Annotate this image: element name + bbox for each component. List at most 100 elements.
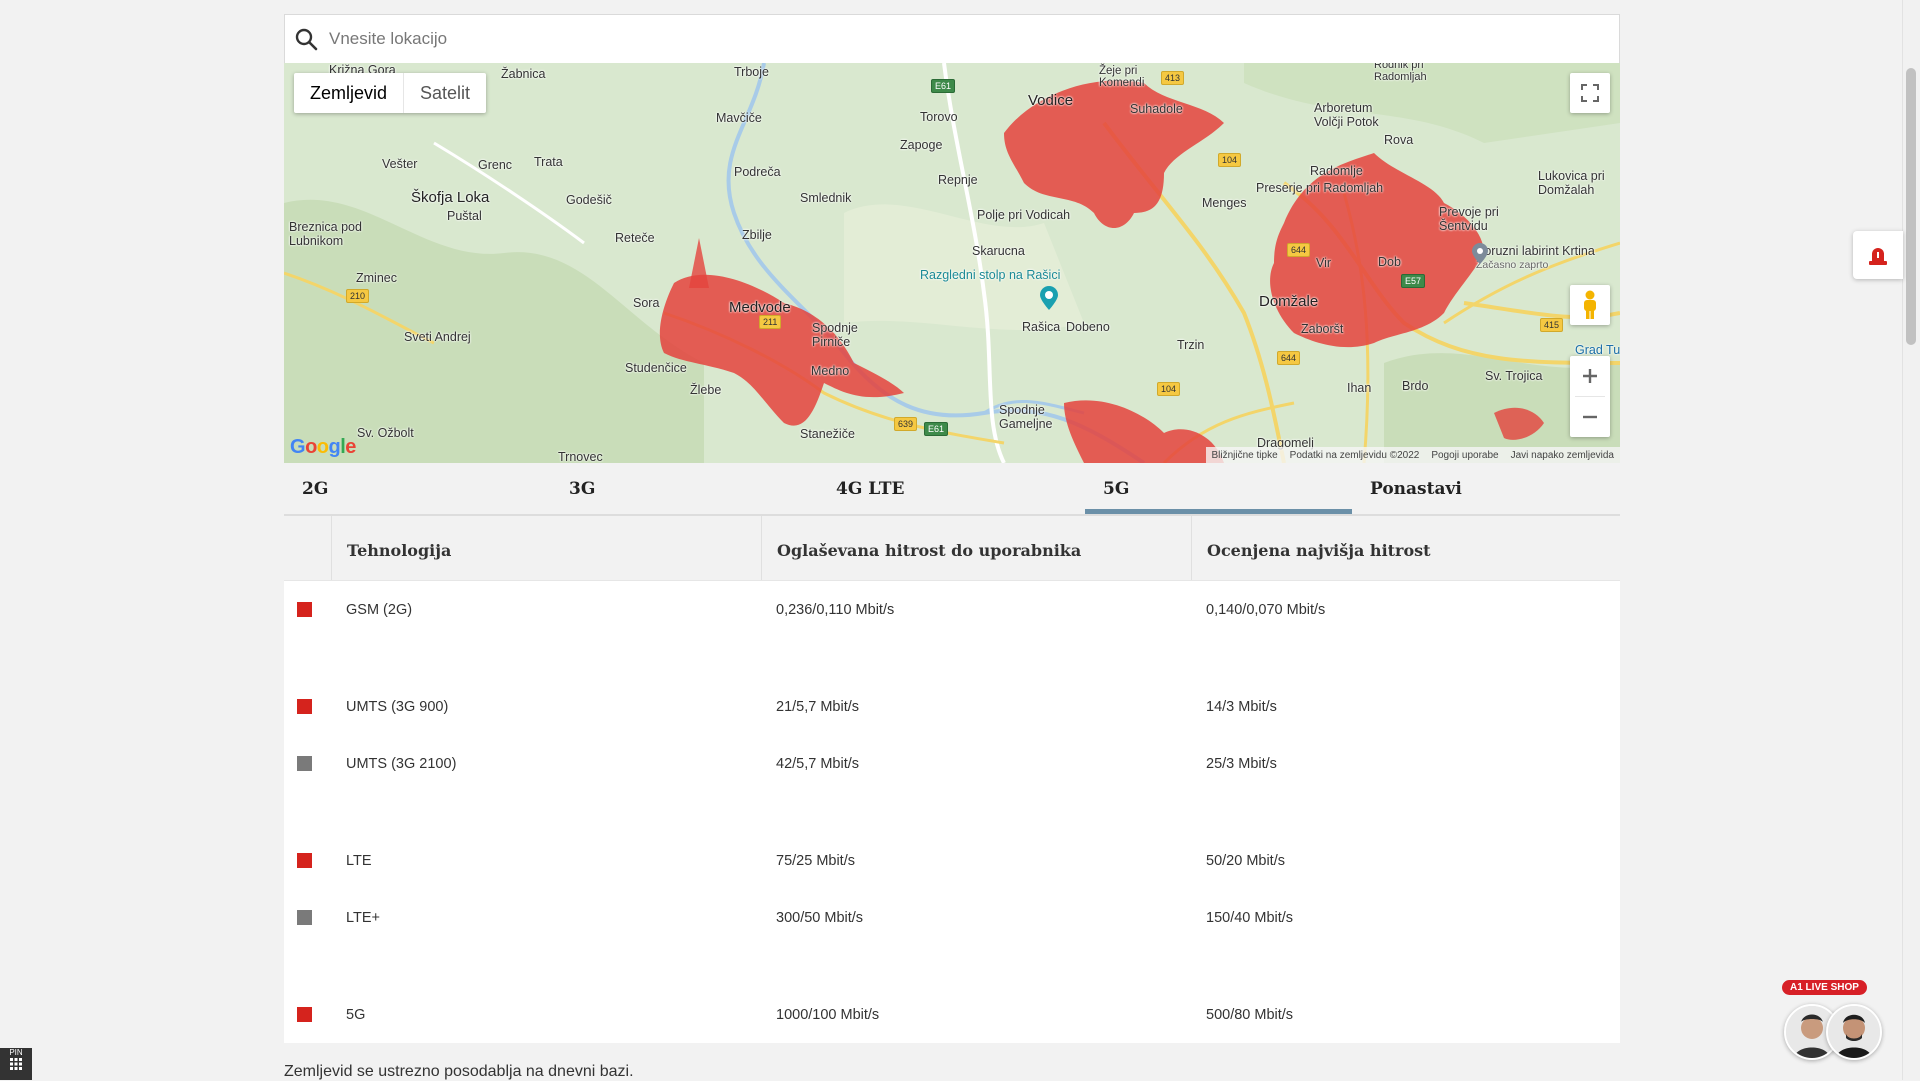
map-label-rova: Rova: [1384, 133, 1414, 147]
technology-cell: UMTS (3G 2100): [346, 755, 457, 772]
map-label-torovo: Torovo: [920, 110, 958, 124]
pin-badge[interactable]: PIN: [0, 1048, 32, 1080]
tab-2g[interactable]: 2G: [284, 463, 551, 514]
map-label-menges: Menges: [1202, 196, 1247, 210]
terms-link[interactable]: Pogoji uporabe: [1431, 450, 1498, 461]
color-cell: [284, 910, 331, 925]
road-badge: E61: [931, 79, 956, 93]
header-technology: Tehnologija: [331, 516, 761, 580]
advertised-speed-cell: 0,236/0,110 Mbit/s: [776, 601, 895, 618]
search-input[interactable]: [327, 18, 1619, 60]
map-label-breznica: Breznica pod Lubnikom: [289, 220, 362, 248]
technology-color-swatch: [297, 1007, 312, 1022]
table-header: Tehnologija Oglaševana hitrost do uporab…: [284, 516, 1620, 581]
map-label-studencice: Studenčice: [625, 361, 687, 375]
page-scrollbar[interactable]: [1902, 0, 1920, 1080]
scrollbar-thumb[interactable]: [1906, 68, 1916, 345]
plus-icon: [1583, 369, 1597, 383]
siren-icon: [1869, 248, 1887, 265]
map-label-skarucna: Skarucna: [972, 244, 1025, 258]
technology-color-swatch: [297, 756, 312, 771]
minus-icon: [1583, 415, 1597, 419]
table-row: GSM (2G) 0,236/0,110 Mbit/s 0,140/0,070 Mb…: [284, 581, 1620, 638]
google-logo[interactable]: Google: [290, 436, 356, 459]
map-label-ihan: Ihan: [1347, 381, 1372, 395]
tab-5g[interactable]: 5G: [1085, 463, 1352, 514]
network-tabs: 2G 3G 4G LTE 5G Ponastavi: [284, 463, 1620, 516]
advertised-speed-cell: 1000/100 Mbit/s: [776, 1006, 880, 1023]
road-badge: E57: [1401, 274, 1426, 288]
map-label-medvode: Medvode: [729, 299, 791, 316]
tab-3g[interactable]: 3G: [551, 463, 818, 514]
advertised-speed-cell: 75/25 Mbit/s: [776, 852, 855, 869]
map-type-control: Zemljevid Satelit: [294, 73, 487, 113]
map-label-sv-ozbolt: Sv. Ožbolt: [357, 426, 414, 440]
map-label-trata: Trata: [534, 155, 563, 169]
road-badge: 210: [346, 289, 370, 303]
map-label-zeje: Žeje pri Komendi: [1099, 65, 1145, 89]
zoom-out-button[interactable]: [1570, 397, 1610, 437]
map-label-sora: Sora: [633, 296, 660, 310]
estimated-speed-cell: 50/20 Mbit/s: [1206, 852, 1285, 869]
map-label-rodnik: Rodnik pri Radomljah: [1374, 63, 1427, 83]
viewpoint-poi-icon[interactable]: [1038, 285, 1060, 311]
map-label-zlebe: Žlebe: [690, 383, 722, 397]
technology-color-swatch: [297, 910, 312, 925]
table-row: LTE+ 300/50 Mbit/s 150/40 Mbit/s: [284, 889, 1620, 946]
map-label-vodice: Vodice: [1028, 92, 1074, 109]
road-badge: 413: [1161, 71, 1185, 85]
map-label-suhadole: Suhadole: [1130, 102, 1183, 116]
map-label-spodnje-gameljne: Spodnje Gameljne: [999, 403, 1053, 431]
alert-button[interactable]: [1853, 231, 1903, 279]
map-label-trboje: Trboje: [734, 65, 769, 79]
map-type-satellite-button[interactable]: Satelit: [403, 73, 486, 113]
map-label-spodnje-pirnice: Spodnje Pirniče: [812, 321, 858, 349]
road-badge: 104: [1157, 382, 1181, 396]
search-icon[interactable]: [293, 26, 319, 52]
map-label-skofja-loka: Škofja Loka: [411, 189, 490, 206]
map-label-mavcice: Mavčiče: [716, 111, 762, 125]
map-label-grenc: Grenc: [478, 158, 513, 172]
technology-cell: UMTS (3G 900): [346, 698, 449, 715]
map-label-koruzni-labirint[interactable]: Koruzni labirint Krtina: [1476, 244, 1595, 258]
map-label-razgledni-stolp[interactable]: Razgledni stolp na Rašici: [920, 268, 1060, 282]
table-row: UMTS (3G 900) 21/5,7 Mbit/s 14/3 Mbit/s: [284, 678, 1620, 735]
fullscreen-button[interactable]: [1570, 73, 1610, 113]
map-label-vester: Vešter: [382, 157, 418, 171]
coverage-map[interactable]: Vodice Medvode Domžale Škofja Loka Smled…: [284, 63, 1620, 463]
street-view-button[interactable]: [1570, 285, 1610, 325]
fullscreen-icon: [1581, 84, 1599, 102]
reset-button[interactable]: Ponastavi: [1352, 463, 1619, 514]
report-error-link[interactable]: Javi napako zemljevida: [1511, 450, 1614, 461]
map-label-arboretum: Arboretum Volčji Potok: [1314, 101, 1379, 129]
advertised-speed-cell: 300/50 Mbit/s: [776, 909, 864, 926]
table-row: 5G 1000/100 Mbit/s 500/80 Mbit/s: [284, 986, 1620, 1043]
zoom-control: [1570, 356, 1610, 437]
tab-4g-lte[interactable]: 4G LTE: [818, 463, 1085, 514]
technology-cell: GSM (2G): [346, 601, 413, 618]
map-label-sveti-andrej: Sveti Andrej: [404, 330, 471, 344]
location-search: [284, 14, 1620, 63]
map-label-trnovec: Trnovec: [558, 450, 603, 463]
map-label-repnje: Repnje: [938, 173, 978, 187]
color-cell: [284, 1007, 331, 1022]
map-label-medno: Medno: [811, 364, 850, 378]
live-shop-widget[interactable]: A1 LIVE SHOP: [1776, 980, 1896, 1060]
map-data-label: Podatki na zemljevidu ©2022: [1289, 449, 1420, 461]
estimated-speed-cell: 25/3 Mbit/s: [1206, 755, 1277, 772]
road-badge: 211: [759, 315, 782, 329]
estimated-speed-cell: 14/3 Mbit/s: [1206, 698, 1277, 715]
row-group-spacer: [284, 792, 1620, 832]
technology-color-swatch: [297, 853, 312, 868]
map-type-map-button[interactable]: Zemljevid: [294, 73, 403, 113]
map-attribution: Bližnjične tipke Podatki na zemljevidu ©…: [1205, 447, 1620, 463]
road-badge: 639: [894, 417, 918, 431]
zoom-in-button[interactable]: [1570, 356, 1610, 396]
estimated-speed-cell: 500/80 Mbit/s: [1206, 1006, 1294, 1023]
table-row: LTE 75/25 Mbit/s 50/20 Mbit/s: [284, 832, 1620, 889]
row-group-spacer: [284, 946, 1620, 986]
map-pin-icon[interactable]: [1471, 243, 1489, 265]
keyboard-shortcuts-link[interactable]: Bližnjične tipke: [1212, 450, 1278, 461]
map-label-godesic: Godešič: [566, 193, 612, 207]
map-label-brdo: Brdo: [1402, 379, 1429, 393]
